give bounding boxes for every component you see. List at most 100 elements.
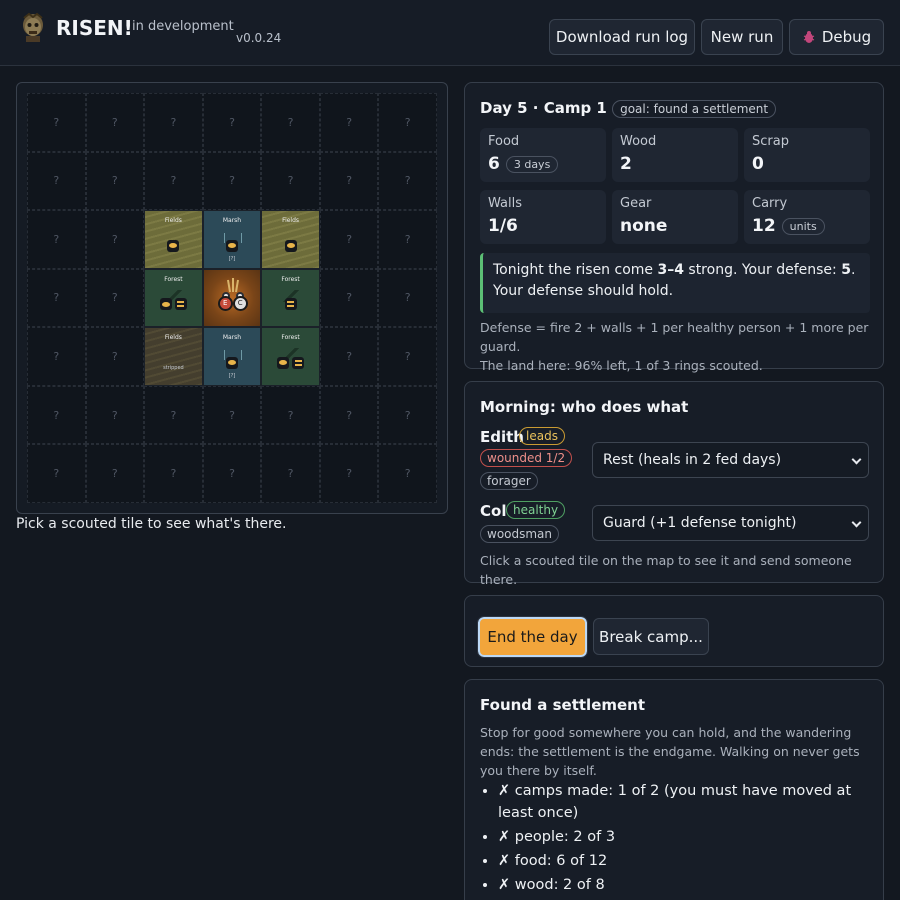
unexplored-tile: ? [27,151,86,211]
survivor-token-col[interactable]: C [232,295,248,311]
scout-eye-icon [225,239,238,252]
unexplored-tile: ? [85,385,145,445]
task-select-col[interactable]: Guard (+1 defense tonight) [592,505,869,541]
food-label: Food [488,134,520,149]
unexplored-tile: ? [378,210,437,269]
gear-label: Gear [620,196,652,211]
scout-eye-icon [277,356,290,369]
map-tile-forest[interactable]: Forest [144,268,203,328]
new-run-label: New run [710,28,774,46]
chevron-down-icon [851,517,862,528]
unexplored-tile: ? [378,93,437,152]
tile-name: Fields [164,217,182,225]
scout-eye-icon [159,298,172,311]
carry-stat: Carry 12 units [744,190,870,244]
unexplored-tile: ? [27,93,86,152]
unexplored-tile: ? [144,444,203,503]
defense-formula: Defense = fire 2 + walls + 1 per healthy… [480,320,869,354]
night-warning: Tonight the risen come 3–4 strong. Your … [480,253,870,313]
map-tile-forest[interactable]: Forest [261,327,320,386]
break-camp-label: Break camp... [599,627,703,646]
zombie-logo-icon [23,12,43,42]
task-select-edith[interactable]: Rest (heals in 2 fed days) [592,442,869,478]
map-tile-forest[interactable]: Forest [261,268,320,328]
unexplored-tile: ? [27,327,86,386]
unexplored-tile: ? [378,268,437,328]
walls-label: Walls [488,196,522,211]
morning-panel: Morning: who does what Edith leads wound… [464,381,884,587]
healthy-badge: healthy [506,501,566,519]
unexplored-tile: ? [85,210,145,269]
map-tile-fields[interactable]: Fields [144,210,203,269]
unexplored-tile: ? [319,210,379,269]
end-day-button[interactable]: End the day [477,616,588,658]
gear-value: none [620,216,668,236]
unexplored-tile: ? [378,327,437,386]
unexplored-tile: ? [85,444,145,503]
person-name-edith: Edith [480,428,524,446]
unexplored-tile: ? [261,385,320,445]
unexplored-tile: ? [202,444,262,503]
risen-strength: 3–4 [657,262,684,278]
goal-badge: goal: found a settlement [612,100,777,118]
survivor-token-edith[interactable]: E [217,295,233,311]
gear-stat: Gear none [612,190,738,244]
tile-name: Marsh [222,334,242,342]
new-run-button[interactable]: New run [701,19,783,55]
unexplored-tile: ? [27,268,86,328]
unexplored-tile: ? [202,385,262,445]
unexplored-tile: ? [85,327,145,386]
wood-pile-icon [284,298,297,311]
unexplored-tile: ? [261,444,320,503]
goal-check-wood: ✗ wood: 2 of 8 [498,874,868,896]
defense-note: Defense = fire 2 + walls + 1 per healthy… [480,318,880,375]
unexplored-tile: ? [144,385,203,445]
goal-description: Stop for good somewhere you can hold, an… [480,725,860,778]
map-hint: Pick a scouted tile to see what's there. [16,516,287,532]
unexplored-tile: ? [378,444,437,503]
unexplored-tile: ? [27,385,86,445]
tile-name: Forest [164,275,183,283]
unexplored-tile: ? [144,151,203,211]
carry-units-badge: units [781,217,825,235]
goal-title: Found a settlement [480,696,646,714]
map-tile-fields[interactable]: Fields [261,210,320,269]
tile-name: Forest [281,275,300,283]
scout-eye-icon [167,239,180,252]
unexplored-tile: ? [319,444,379,503]
tile-name: Fields [282,217,300,225]
goal-check-people: ✗ people: 2 of 3 [498,826,868,848]
unexplored-tile: ? [27,444,86,503]
tile-note: stripped [163,364,184,371]
unexplored-tile: ? [261,93,320,152]
wood-label: Wood [620,134,657,149]
end-day-label: End the day [487,628,578,646]
map-tile-marsh[interactable]: Marsh [?] [202,210,262,269]
food-stat: Food 6 3 days [480,128,606,182]
task-selected-edith: Rest (heals in 2 fed days) [603,452,782,468]
scrap-label: Scrap [752,134,789,149]
bug-icon [803,31,815,43]
person-name-col: Col [480,502,507,520]
scrap-stat: Scrap 0 [744,128,870,182]
map-tile-marsh[interactable]: Marsh [?] [202,327,262,386]
walls-value: 1/6 [488,216,518,236]
warning-text: strong. Your defense: [683,262,842,278]
actions-panel: End the day Break camp... [464,595,884,667]
download-run-log-button[interactable]: Download run log [549,19,695,55]
debug-button[interactable]: Debug [789,19,884,55]
tile-note: [?] [228,255,236,262]
map-tile-camp[interactable]: E C [202,268,262,328]
map-tile-fields[interactable]: Fields stripped [144,327,203,386]
food-value: 6 [488,154,500,174]
unexplored-tile: ? [85,268,145,328]
tile-name: Forest [281,334,300,342]
tile-name: Marsh [222,217,242,225]
break-camp-button[interactable]: Break camp... [593,618,709,655]
unexplored-tile: ? [378,151,437,211]
app-title: RISEN! [56,16,133,40]
debug-label: Debug [821,28,872,46]
campfire-icon [221,277,244,300]
unexplored-tile: ? [319,268,379,328]
top-bar: RISEN! in development v0.0.24 Download r… [0,0,900,66]
